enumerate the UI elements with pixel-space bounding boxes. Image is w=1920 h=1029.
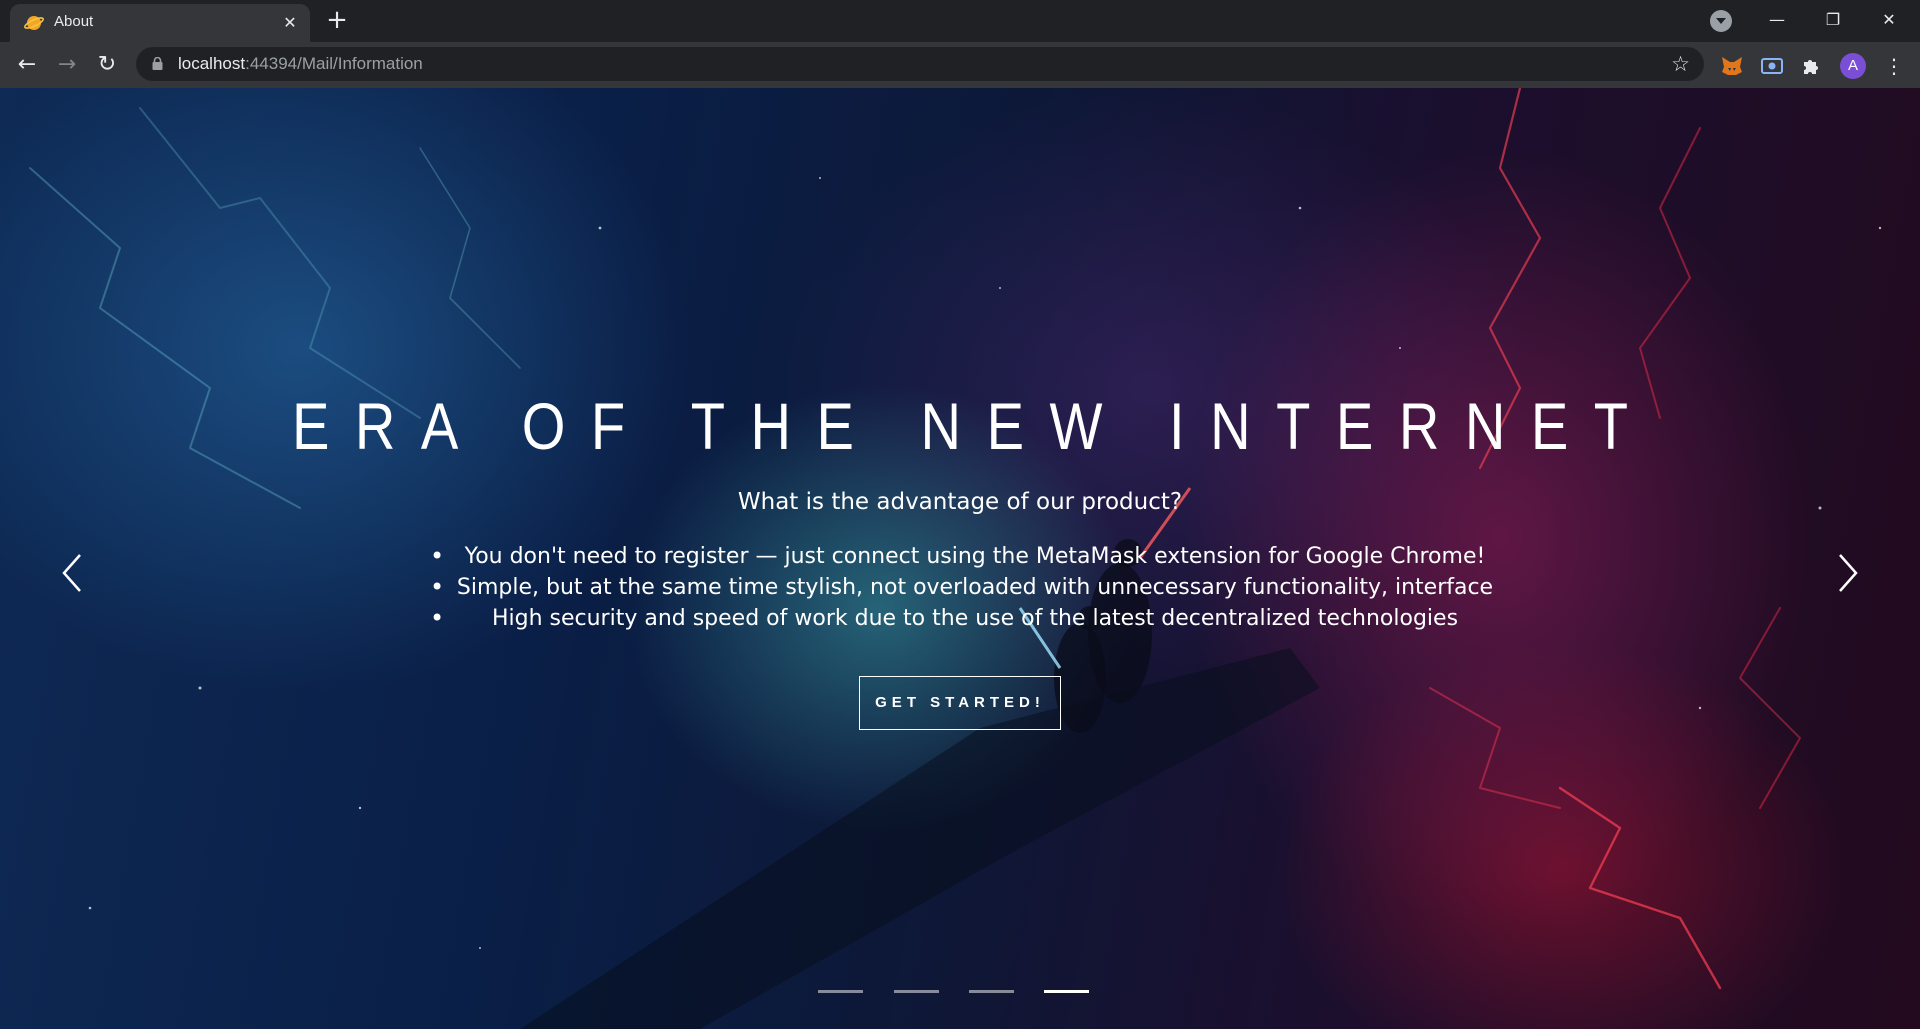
feature-item: High security and speed of work due to t…: [430, 603, 1520, 634]
minimize-icon[interactable]: —: [1752, 4, 1802, 36]
kebab-menu-icon[interactable]: ⋮: [1884, 53, 1904, 79]
close-icon[interactable]: ✕: [280, 13, 300, 33]
back-arrow-icon[interactable]: ←: [12, 50, 42, 80]
hero-carousel: ERA OF THE NEW INTERNET What is the adva…: [0, 88, 1920, 1029]
carousel-indicator-2[interactable]: [894, 990, 939, 993]
tab-search-icon[interactable]: [1710, 10, 1732, 32]
address-bar[interactable]: localhost:44394/Mail/Information ☆: [136, 47, 1704, 81]
tab-title: About: [54, 13, 94, 30]
chevron-left-icon[interactable]: [52, 543, 92, 603]
carousel-indicator-1[interactable]: [818, 990, 863, 993]
feature-item: You don't need to register — just connec…: [430, 541, 1520, 572]
plus-icon[interactable]: +: [325, 7, 349, 33]
window-close-icon[interactable]: ✕: [1864, 4, 1914, 36]
forward-arrow-icon[interactable]: →: [52, 50, 82, 80]
chevron-right-icon[interactable]: [1828, 543, 1868, 603]
profile-avatar[interactable]: A: [1840, 53, 1866, 79]
restore-icon[interactable]: ❐: [1808, 4, 1858, 36]
lock-icon: [152, 57, 163, 70]
carousel-indicator-4[interactable]: [1044, 990, 1089, 993]
get-started-button[interactable]: GET STARTED!: [859, 676, 1061, 730]
planet-icon: [24, 16, 44, 30]
browser-toolbar: ← → ↻ localhost:44394/Mail/Information ☆…: [0, 42, 1920, 88]
hero-title: ERA OF THE NEW INTERNET: [291, 389, 1654, 463]
star-icon[interactable]: ☆: [1671, 52, 1690, 76]
browser-tab[interactable]: About ✕: [10, 4, 310, 42]
screencast-icon[interactable]: [1760, 54, 1784, 78]
puzzle-piece-icon[interactable]: [1800, 54, 1824, 78]
feature-item: Simple, but at the same time stylish, no…: [430, 572, 1520, 603]
carousel-indicators: [818, 990, 1089, 1000]
hero-subtitle: What is the advantage of our product?: [737, 489, 1183, 515]
browser-tab-strip: About ✕ + — ❐ ✕: [0, 0, 1920, 42]
feature-list: You don't need to register — just connec…: [430, 541, 1520, 634]
metamask-fox-icon[interactable]: [1720, 54, 1744, 78]
url-text: localhost:44394/Mail/Information: [178, 54, 423, 73]
reload-icon[interactable]: ↻: [92, 50, 122, 80]
carousel-indicator-3[interactable]: [969, 990, 1014, 993]
